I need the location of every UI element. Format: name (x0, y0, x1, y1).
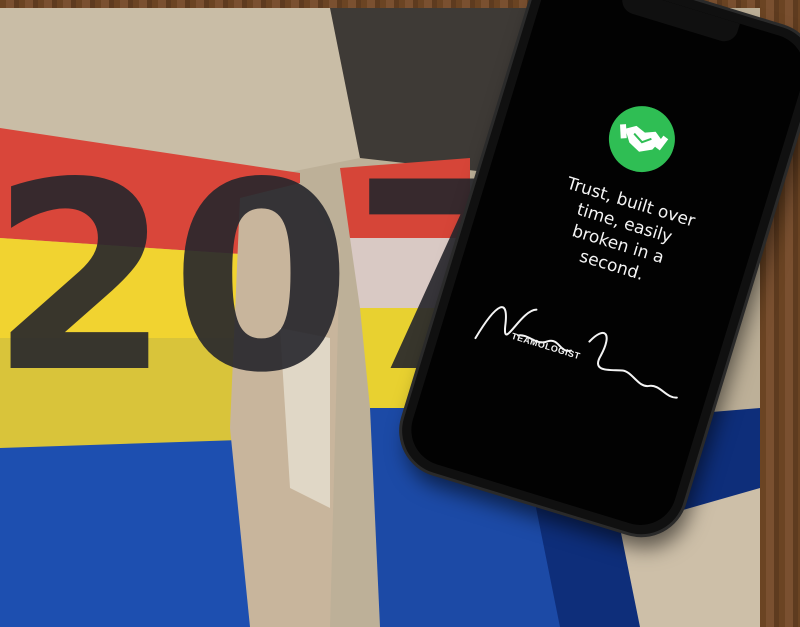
handshake-icon (608, 106, 675, 173)
quote-text: Trust, built over time, easily broken in… (564, 173, 698, 285)
handshake-badge (601, 98, 683, 180)
photo-scene: 207 Trust, built over time, easily broke… (0, 0, 800, 627)
